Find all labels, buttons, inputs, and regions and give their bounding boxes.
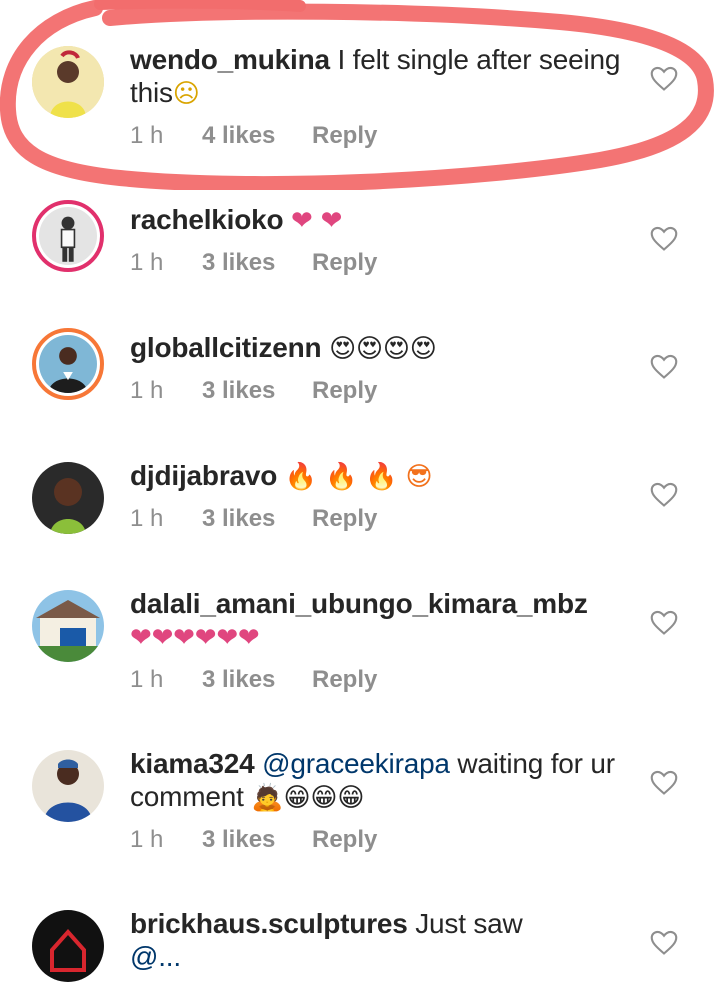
comment-username[interactable]: djdijabravo — [130, 460, 277, 491]
comment-likes[interactable]: 3 likes — [202, 505, 312, 533]
comment-text: kiama324 @graceekirapa waiting for ur co… — [130, 747, 640, 815]
comment-time: 1 h — [130, 122, 164, 149]
avatar-photo-icon — [39, 335, 97, 393]
like-heart-icon[interactable] — [650, 482, 678, 508]
comment-body: Just saw — [415, 908, 523, 939]
like-heart-icon[interactable] — [650, 610, 678, 636]
comment-username[interactable]: brickhaus.sculptures — [130, 908, 408, 939]
reply-button[interactable]: Reply — [312, 377, 377, 405]
comment-time: 1 h — [130, 666, 164, 693]
avatar[interactable] — [32, 200, 104, 272]
comment-time: 1 h — [130, 377, 164, 404]
comment-meta: 1 h 3 likes Reply — [130, 377, 377, 405]
reply-button[interactable]: Reply — [312, 122, 377, 150]
like-heart-icon[interactable] — [650, 770, 678, 796]
comment-emoji: 🙇😁😁😁 — [251, 783, 365, 813]
comment-text: dalali_amani_ubungo_kimara_mbz ❤❤❤❤❤❤ — [130, 587, 640, 655]
avatar-photo-icon — [32, 910, 104, 982]
reply-button[interactable]: Reply — [312, 249, 377, 277]
reply-button[interactable]: Reply — [312, 666, 377, 694]
comment-username[interactable]: rachelkioko — [130, 204, 284, 235]
comment-meta: 1 h 3 likes Reply — [130, 826, 377, 854]
comment-time: 1 h — [130, 505, 164, 532]
comment-mention[interactable]: @... — [130, 941, 181, 972]
comment-likes[interactable]: 4 likes — [202, 122, 312, 150]
comment-username[interactable]: wendo_mukina — [130, 44, 330, 75]
avatar[interactable] — [32, 750, 104, 822]
comment-text: djdijabravo 🔥 🔥 🔥 😎 — [130, 459, 640, 494]
comment-username[interactable]: dalali_amani_ubungo_kimara_mbz — [130, 588, 588, 619]
comment-text: brickhaus.sculptures Just saw @... — [130, 907, 640, 973]
reply-button[interactable]: Reply — [312, 826, 377, 854]
comment-mention[interactable]: @graceekirapa — [262, 748, 450, 779]
comment-meta: 1 h 3 likes Reply — [130, 249, 377, 277]
avatar[interactable] — [32, 910, 104, 982]
comment-likes[interactable]: 3 likes — [202, 826, 312, 854]
comment-likes[interactable]: 3 likes — [202, 249, 312, 277]
comment-emoji: ☹ — [172, 79, 200, 109]
comment-emoji: 😍😍😍😍 — [329, 334, 437, 364]
avatar-photo-icon — [32, 46, 104, 118]
comment-meta: 1 h 4 likes Reply — [130, 122, 377, 150]
avatar[interactable] — [32, 590, 104, 662]
avatar[interactable] — [32, 46, 104, 118]
like-heart-icon[interactable] — [650, 226, 678, 252]
like-heart-icon[interactable] — [650, 66, 678, 92]
comment-username[interactable]: globallcitizenn — [130, 332, 322, 363]
avatar-photo-icon — [32, 750, 104, 822]
comment-meta: 1 h 3 likes Reply — [130, 666, 377, 694]
comment-time: 1 h — [130, 249, 164, 276]
avatar-photo-icon — [32, 462, 104, 534]
comment-time: 1 h — [130, 826, 164, 853]
comment-text: wendo_mukina I felt single after seeing … — [130, 43, 640, 111]
avatar[interactable] — [32, 462, 104, 534]
comment-likes[interactable]: 3 likes — [202, 666, 312, 694]
like-heart-icon[interactable] — [650, 354, 678, 380]
comment-emoji: ❤ ❤ — [291, 206, 343, 236]
avatar[interactable] — [32, 328, 104, 400]
comment-meta: 1 h 3 likes Reply — [130, 505, 377, 533]
comment-emoji: ❤❤❤❤❤❤ — [130, 623, 260, 653]
avatar-photo-icon — [32, 590, 104, 662]
comment-text: globallcitizenn 😍😍😍😍 — [130, 331, 640, 366]
comment-username[interactable]: kiama324 — [130, 748, 255, 779]
comment-emoji: 🔥 🔥 🔥 😎 — [284, 462, 433, 492]
comment-likes[interactable]: 3 likes — [202, 377, 312, 405]
like-heart-icon[interactable] — [650, 930, 678, 956]
avatar-photo-icon — [39, 207, 97, 265]
reply-button[interactable]: Reply — [312, 505, 377, 533]
comment-text: rachelkioko ❤ ❤ — [130, 203, 640, 238]
